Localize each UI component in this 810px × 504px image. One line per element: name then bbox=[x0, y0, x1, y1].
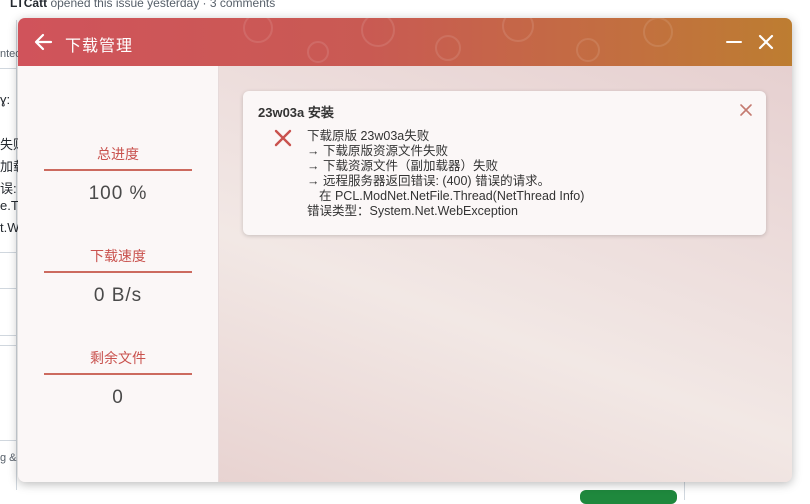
background-divider bbox=[0, 440, 16, 441]
background-fragment: t.W bbox=[0, 220, 20, 235]
background-fragment: g & bbox=[0, 452, 17, 464]
task-title: 23w03a 安装 bbox=[258, 105, 334, 120]
close-icon[interactable] bbox=[738, 102, 754, 118]
task-card: 23w03a 安装 下载原版 23w03a失败 → 下载原版资源文件失败 → 下… bbox=[243, 91, 766, 235]
issue-meta: opened this issue yesterday · 3 comments bbox=[50, 0, 276, 10]
download-manager-window: 下载管理 总进度 100 % 下载速度 0 B/s 剩余文件 0 23w03a … bbox=[18, 18, 792, 482]
stat-value: 100 % bbox=[88, 183, 148, 204]
error-line: 在 PCL.ModNet.NetFile.Thread(NetThread In… bbox=[319, 189, 585, 203]
error-line: 错误类型：System.Net.WebException bbox=[307, 204, 518, 218]
background-divider bbox=[0, 68, 16, 69]
background-divider bbox=[0, 288, 16, 289]
issue-header: LTCatt opened this issue yesterday · 3 c… bbox=[10, 0, 275, 10]
background-submit-button[interactable] bbox=[580, 490, 677, 504]
stats-sidebar: 总进度 100 % 下载速度 0 B/s 剩余文件 0 bbox=[18, 66, 219, 482]
task-list-area: 23w03a 安装 下载原版 23w03a失败 → 下载原版资源文件失败 → 下… bbox=[219, 66, 792, 482]
error-line: 下载原版 23w03a失败 bbox=[307, 129, 430, 143]
minimize-icon[interactable] bbox=[722, 30, 746, 54]
close-icon[interactable] bbox=[754, 30, 778, 54]
title-bar[interactable]: 下载管理 bbox=[18, 18, 792, 66]
stat-label: 剩余文件 bbox=[44, 348, 192, 375]
window-title: 下载管理 bbox=[65, 38, 134, 55]
background-divider bbox=[0, 252, 16, 253]
background-divider bbox=[0, 345, 16, 346]
background-sidebar bbox=[0, 20, 17, 490]
titlebar-pattern bbox=[243, 18, 673, 63]
stat-remaining-files: 剩余文件 0 bbox=[44, 348, 192, 409]
background-divider bbox=[684, 480, 685, 500]
background-divider bbox=[0, 335, 16, 336]
background-fragment: ɣ: bbox=[0, 92, 11, 107]
error-line: → 下载资源文件（副加载器）失败 bbox=[307, 159, 498, 173]
stat-value: 0 B/s bbox=[93, 285, 143, 306]
stat-total-progress: 总进度 100 % bbox=[44, 144, 192, 205]
stat-label: 总进度 bbox=[44, 144, 192, 171]
stat-value: 0 bbox=[112, 387, 124, 408]
error-x-icon bbox=[274, 129, 292, 147]
arrow-left-icon[interactable] bbox=[32, 30, 56, 54]
issue-author[interactable]: LTCatt bbox=[10, 0, 47, 10]
background-edge bbox=[792, 18, 810, 488]
error-line: → 下载原版资源文件失败 bbox=[307, 144, 448, 158]
stat-label: 下载速度 bbox=[44, 246, 192, 273]
error-line: → 远程服务器返回错误: (400) 错误的请求。 bbox=[307, 174, 551, 188]
stat-download-speed: 下载速度 0 B/s bbox=[44, 246, 192, 307]
error-details: 下载原版 23w03a失败 → 下载原版资源文件失败 → 下载资源文件（副加载器… bbox=[307, 129, 584, 219]
